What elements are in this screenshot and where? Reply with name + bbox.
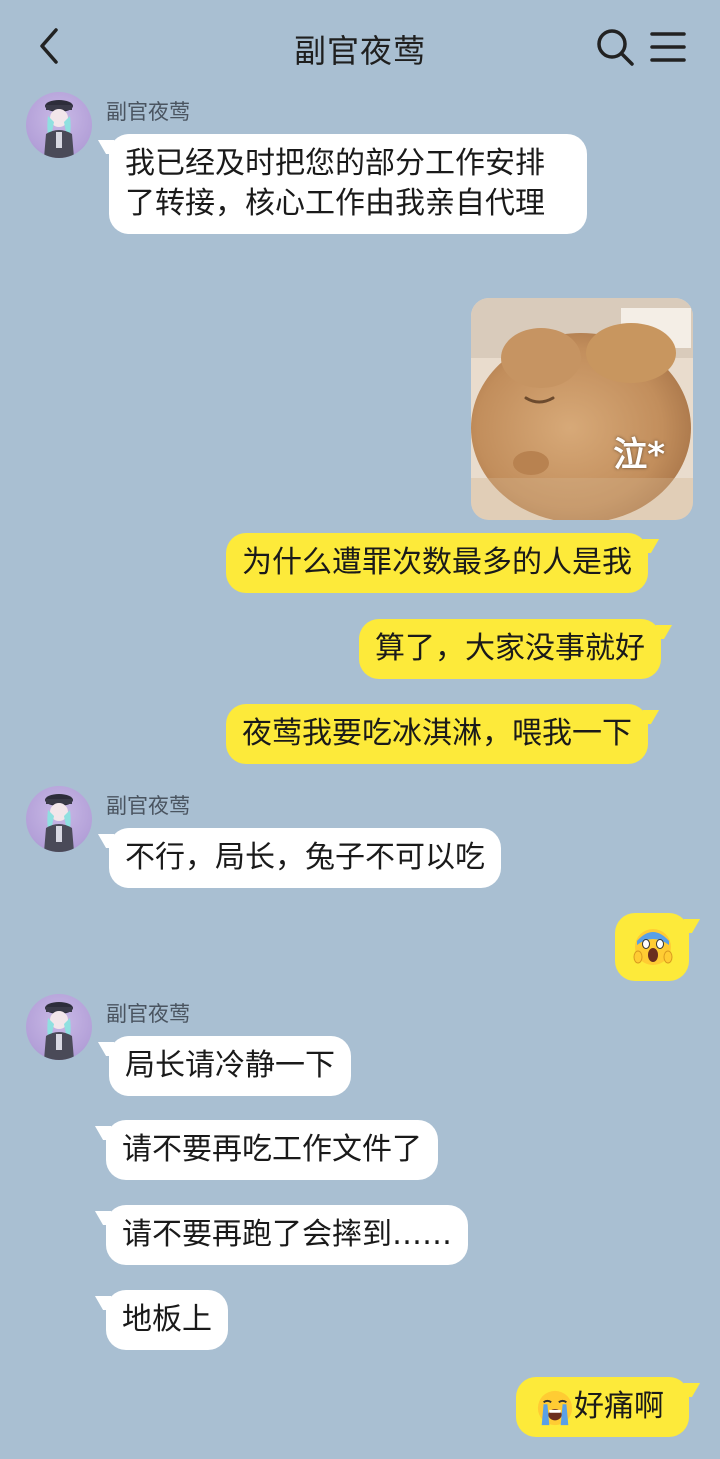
message-bubble[interactable]: 好痛啊 (516, 1377, 689, 1437)
sender-name: 副官夜莺 (106, 1002, 190, 1026)
message-bubble[interactable]: 地板上 (106, 1290, 228, 1350)
bunny-sticker[interactable]: 泣* (471, 298, 693, 520)
contact-avatar[interactable] (26, 92, 92, 158)
message-bubble[interactable]: 算了，大家没事就好 (359, 619, 661, 679)
search-button[interactable] (594, 26, 636, 68)
message-bubble[interactable]: 不行，局长，兔子不可以吃 (109, 828, 501, 888)
avatar-portrait-icon (44, 100, 74, 158)
message-bubble[interactable]: 为什么遭罪次数最多的人是我 (226, 533, 648, 593)
message-bubble[interactable]: 请不要再跑了会摔到…… (106, 1205, 468, 1265)
emoji-message-bubble[interactable] (615, 913, 689, 981)
message-bubble[interactable]: 我已经及时把您的部分工作安排了转接，核心工作由我亲自代理 (109, 134, 587, 234)
loudly-crying-face-icon (537, 1390, 573, 1425)
avatar-portrait-icon (44, 794, 74, 852)
search-icon (597, 29, 634, 66)
message-bubble[interactable]: 请不要再吃工作文件了 (106, 1120, 438, 1180)
crying-bunny-image (471, 298, 693, 520)
message-bubble[interactable]: 夜莺我要吃冰淇淋，喂我一下 (226, 704, 648, 764)
contact-avatar[interactable] (26, 994, 92, 1060)
message-text: 好痛啊 (574, 1389, 664, 1424)
contact-avatar[interactable] (26, 786, 92, 852)
menu-button[interactable] (648, 28, 688, 66)
message-bubble[interactable]: 局长请冷静一下 (109, 1036, 351, 1096)
sender-name: 副官夜莺 (106, 100, 190, 124)
chat-header: 副官夜莺 (0, 0, 720, 92)
sticker-caption: 泣* (613, 435, 665, 475)
avatar-portrait-icon (44, 1002, 74, 1060)
sender-name: 副官夜莺 (106, 794, 190, 818)
hamburger-menu-icon (650, 32, 686, 62)
scream-face-icon (633, 929, 673, 965)
